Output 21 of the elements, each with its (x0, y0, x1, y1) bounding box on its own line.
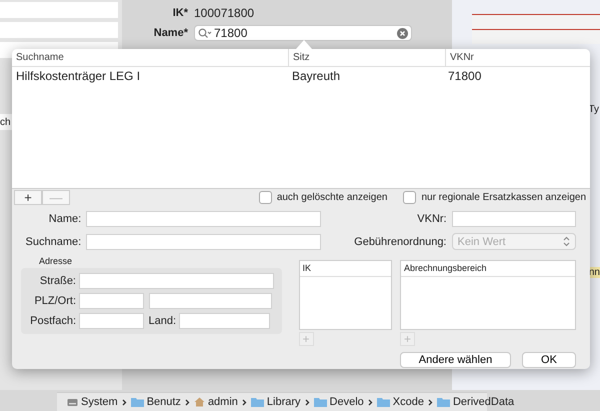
address-title: Adresse (38, 256, 74, 268)
table-cell-text: Bayreuth (291, 69, 342, 83)
cut-label: ch (0, 116, 11, 128)
column-header: IK (300, 261, 391, 277)
country-label: Land: (148, 315, 176, 327)
name-label: Name* (152, 27, 188, 39)
table-cell-text: Hilfskostenträger LEG I (15, 69, 142, 83)
po-box-label: Postfach: (29, 315, 76, 327)
checkbox-label: auch gelöschte anzeigen (276, 192, 388, 203)
checkbox-label: nur regionale Ersatzkassen anzeigen (421, 192, 586, 203)
cut-label: Ty (588, 104, 599, 115)
column-header: Abrechnungsbereich (401, 261, 575, 277)
zip-city-label: PLZ/Ort: (33, 295, 76, 307)
name-label: Name: (48, 212, 82, 224)
ik-value: 100071800 (194, 6, 254, 20)
suchname-label: Suchname: (24, 236, 82, 248)
street-label: Straße: (38, 275, 76, 287)
table-cell-text: 71800 (447, 69, 482, 83)
vknr-label: VKNr: (416, 212, 447, 224)
ik-label: IK* (172, 7, 188, 19)
fee-schedule-label: Gebührenordnung: (353, 236, 446, 248)
